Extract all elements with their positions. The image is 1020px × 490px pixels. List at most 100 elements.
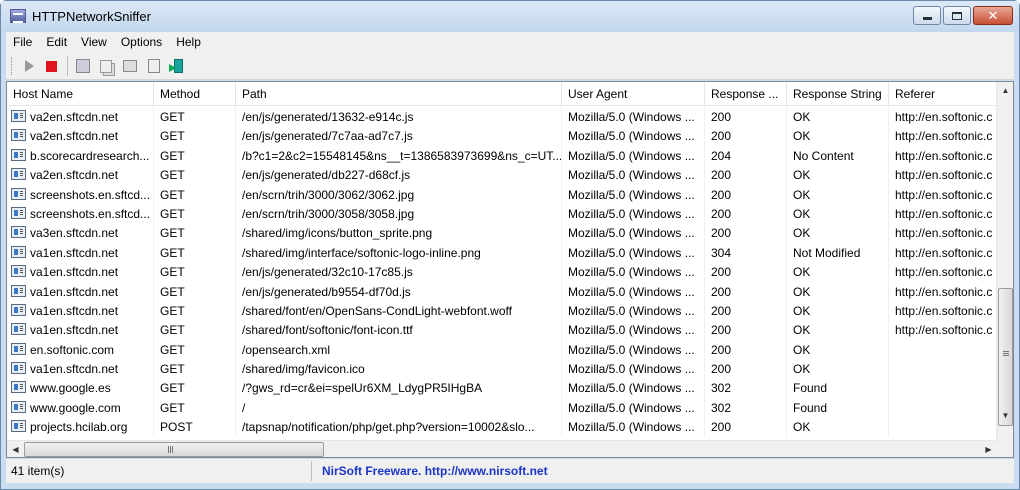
column-header-referer[interactable]: Referer [889,82,997,106]
cell-user-agent: Mozilla/5.0 (Windows ... [562,281,705,301]
cell-host-name: va1en.sftcdn.net [7,242,154,263]
cell-path: /en/js/generated/7c7aa-ad7c7.js [236,126,562,146]
stop-capture-button[interactable] [41,56,61,76]
column-header-host-name[interactable]: Host Name [7,82,154,106]
cell-user-agent: Mozilla/5.0 (Windows ... [562,242,705,263]
cell-host-name: screenshots.en.sftcd... [7,203,154,224]
cell-user-agent: Mozilla/5.0 (Windows ... [562,145,705,166]
table-row[interactable]: va1en.sftcdn.net GET/shared/font/en/OpenS… [7,300,997,321]
request-icon [11,187,26,200]
stop-icon [45,60,57,72]
cell-referer: http://en.softonic.c [889,165,997,184]
close-button[interactable]: ✕ [973,6,1013,25]
cell-host-name: va1en.sftcdn.net [7,300,154,321]
item-count: 41 item(s) [6,461,312,481]
cell-referer [889,359,997,378]
toolbar-grip[interactable] [11,57,14,75]
window-title: HTTPNetworkSniffer [32,9,151,24]
play-icon [24,60,34,72]
horizontal-scroll-thumb[interactable] [24,442,324,457]
column-header-response-code[interactable]: Response ... [705,82,787,106]
table-row[interactable]: va3en.sftcdn.net GET/shared/img/icons/but… [7,223,997,243]
table-row[interactable]: screenshots.en.sftcd... GET/en/scrn/trih/… [7,184,997,204]
table-row[interactable]: projects.hcilab.org POST/tapsnap/notifica… [7,417,997,437]
table-row[interactable]: screenshots.en.sftcd... GET/en/scrn/trih/… [7,203,997,224]
horizontal-scrollbar[interactable]: ◀ ▶ [7,440,997,457]
table-row[interactable]: va1en.sftcdn.net GET/shared/img/interface… [7,242,997,263]
table-row[interactable]: va1en.sftcdn.net GET/en/js/generated/b955… [7,281,997,301]
cell-response-string: OK [787,339,889,360]
properties-button[interactable] [120,56,140,76]
host-name-text: screenshots.en.sftcd... [30,187,151,202]
table-row[interactable]: www.google.com GET / Mozilla/5.0 (Windows .… [7,397,997,418]
exit-icon [169,58,185,74]
host-name-text: va1en.sftcdn.net [30,362,119,377]
cell-response-code: 304 [705,242,787,263]
table-row[interactable]: va2en.sftcdn.net GET/en/js/generated/db22… [7,165,997,185]
host-name-text: va1en.sftcdn.net [30,245,119,260]
column-header-path[interactable]: Path [236,82,562,106]
scroll-right-arrow-icon[interactable]: ▶ [980,441,997,457]
cell-method: GET [154,107,236,127]
minimize-button[interactable] [913,6,941,25]
menu-view[interactable]: View [74,35,114,49]
table-row[interactable]: va1en.sftcdn.net GET/shared/img/favicon.i… [7,359,997,379]
copy-button[interactable] [96,56,116,76]
cell-host-name: va2en.sftcdn.net [7,165,154,185]
table-row[interactable]: b.scorecardresearch... GET/b?c1=2&c2=1554… [7,145,997,166]
menu-options[interactable]: Options [114,35,169,49]
nirsoft-link[interactable]: NirSoft Freeware. http://www.nirsoft.net [312,464,548,478]
cell-path: /en/js/generated/13632-e914c.js [236,107,562,127]
table-row[interactable]: en.softonic.com GET/opensearch.xml Mozilla… [7,339,997,360]
cell-response-code: 200 [705,262,787,282]
table-row[interactable]: www.google.es GET/?gws_rd=cr&ei=spelUr6XM… [7,378,997,398]
save-button[interactable] [73,56,93,76]
menu-edit[interactable]: Edit [39,35,74,49]
column-header-user-agent[interactable]: User Agent [562,82,705,106]
table-row[interactable]: va2en.sftcdn.net GET/en/js/generated/7c7a… [7,126,997,146]
cell-response-code: 302 [705,397,787,418]
table-row[interactable]: va1en.sftcdn.net GET/en/js/generated/32c1… [7,262,997,282]
scrollbar-corner [996,440,1013,457]
cell-referer: http://en.softonic.c [889,223,997,242]
table-row[interactable]: va1en.sftcdn.net GET/shared/font/softonic… [7,320,997,340]
request-list[interactable]: Host Name Method Path User Agent Respons… [6,81,1014,458]
menu-file[interactable]: File [6,35,39,49]
cell-host-name: va2en.sftcdn.net [7,126,154,146]
scroll-left-arrow-icon[interactable]: ◀ [7,441,24,457]
cell-path: /opensearch.xml [236,339,562,360]
cell-path: /shared/img/favicon.ico [236,359,562,379]
menu-bar: File Edit View Options Help [6,32,1014,52]
cell-path: /en/js/generated/b9554-df70d.js [236,281,562,301]
cell-host-name: www.google.com [7,397,154,418]
host-name-text: en.softonic.com [30,342,115,357]
start-capture-button[interactable] [19,56,39,76]
cell-host-name: va1en.sftcdn.net [7,320,154,340]
title-bar[interactable]: HTTPNetworkSniffer ✕ [1,1,1019,32]
find-button[interactable] [144,56,164,76]
request-icon [11,342,26,355]
menu-help[interactable]: Help [169,35,208,49]
cell-host-name: screenshots.en.sftcd... [7,184,154,204]
scroll-up-arrow-icon[interactable]: ▲ [997,82,1013,99]
cell-referer: http://en.softonic.c [889,243,997,262]
cell-path: /shared/img/interface/softonic-logo-inli… [236,242,562,263]
cell-path: / [236,397,562,418]
column-header-method[interactable]: Method [154,82,236,106]
maximize-button[interactable] [943,6,971,25]
vertical-scroll-thumb[interactable] [998,288,1013,426]
minimize-icon [922,17,932,20]
table-row[interactable]: va2en.sftcdn.net GET/en/js/generated/1363… [7,107,997,127]
vertical-scrollbar[interactable]: ▲ ▼ [996,82,1013,441]
cell-response-string: OK [787,262,889,282]
cell-path: /en/js/generated/32c10-17c85.js [236,262,562,282]
cell-response-code: 200 [705,107,787,127]
cell-host-name: va1en.sftcdn.net [7,262,154,282]
cell-response-string: OK [787,223,889,243]
scroll-down-arrow-icon[interactable]: ▼ [997,407,1013,424]
cell-path: /tapsnap/notification/php/get.php?versio… [236,417,562,437]
exit-button[interactable] [167,56,187,76]
cell-referer: http://en.softonic.c [889,282,997,301]
cell-referer: http://en.softonic.c [889,320,997,339]
column-header-response-string[interactable]: Response String [787,82,889,106]
